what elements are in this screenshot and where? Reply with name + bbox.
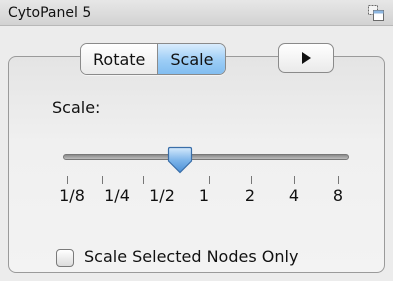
slider-tick — [102, 176, 103, 184]
tick-label: 8 — [332, 186, 344, 205]
slider-tick — [209, 176, 210, 184]
panel-title: CytoPanel 5 — [8, 5, 92, 21]
panel-titlebar: CytoPanel 5 — [0, 0, 393, 26]
slider-tick — [251, 176, 252, 184]
play-arrow-icon — [302, 52, 311, 64]
tick-label: 1 — [198, 186, 210, 205]
tick-label: 2 — [244, 186, 256, 205]
slider-tick — [338, 176, 339, 184]
scale-panel — [8, 56, 385, 273]
next-tabs-button[interactable] — [278, 43, 334, 73]
scale-selected-nodes-checkbox[interactable] — [56, 249, 74, 267]
tick-label: 4 — [288, 186, 300, 205]
scale-selected-nodes-label[interactable]: Scale Selected Nodes Only — [84, 247, 298, 266]
slider-tick — [143, 176, 144, 184]
tick-label: 1/2 — [149, 186, 175, 205]
scale-slider-track[interactable] — [63, 154, 349, 160]
scale-slider-thumb[interactable] — [167, 146, 193, 174]
tab-rotate[interactable]: Rotate — [81, 44, 158, 74]
tick-label: 1/4 — [104, 186, 130, 205]
tick-label: 1/8 — [59, 186, 85, 205]
float-panel-icon[interactable] — [367, 4, 385, 22]
scale-label: Scale: — [52, 98, 101, 117]
slider-tick — [67, 176, 68, 184]
tab-bar: Rotate Scale — [80, 43, 227, 75]
tab-scale[interactable]: Scale — [157, 44, 226, 74]
slider-tick — [294, 176, 295, 184]
